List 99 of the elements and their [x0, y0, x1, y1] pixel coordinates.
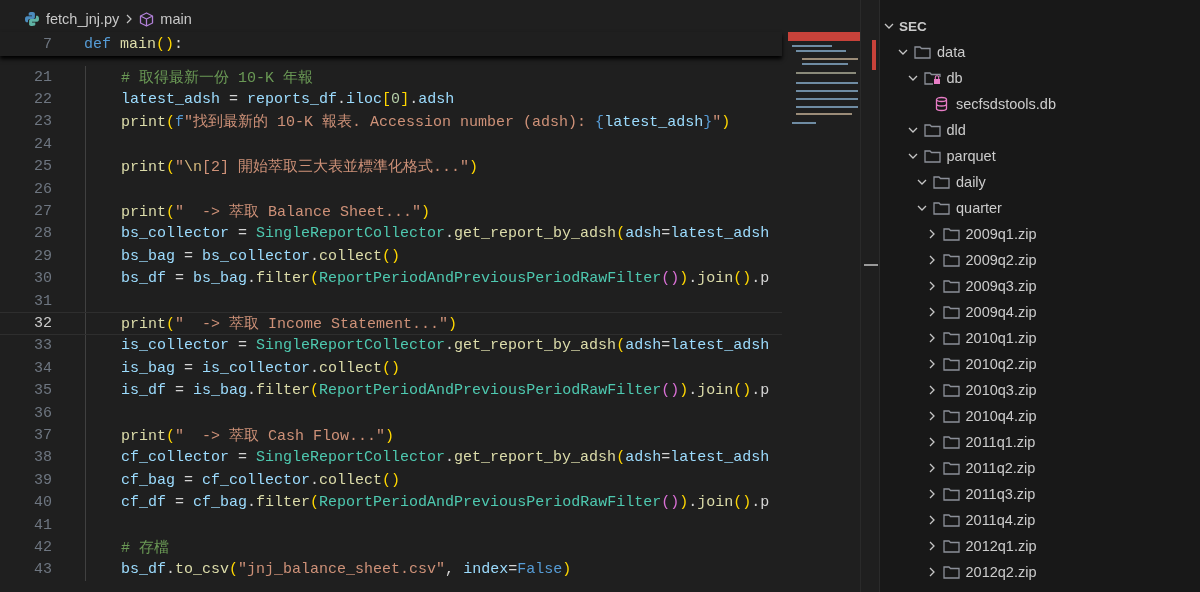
- code-line: bs_df = bs_bag.filter(ReportPeriodAndPreviousPeriodRawFilter()).join().p: [121, 270, 770, 288]
- line-number: 37: [33, 426, 52, 444]
- code-line: is_df = is_bag.filter(ReportPeriodAndPreviousPeriodRawFilter()).join().p: [121, 382, 770, 400]
- folder-lock-icon: [923, 71, 941, 85]
- line-number: 38: [33, 449, 52, 467]
- folder-icon: [942, 487, 960, 501]
- folder-name[interactable]: 2009q3.zip: [965, 278, 1037, 294]
- section-title[interactable]: SEC: [899, 18, 927, 34]
- code-line: cf_collector = SingleReportCollector.get_report_by_adsh(adsh=latest_adsh: [121, 449, 770, 467]
- folder-name[interactable]: data: [937, 44, 966, 60]
- cube-icon: [139, 11, 155, 27]
- line-number: 36: [33, 404, 52, 422]
- folder-name[interactable]: 2011q3.zip: [965, 486, 1036, 502]
- code-line: print(" -> 萃取 Balance Sheet..."): [121, 202, 431, 222]
- database-icon: [933, 96, 950, 112]
- code-line: print(" -> 萃取 Cash Flow..."): [121, 426, 395, 445]
- code-line: print("\n[2] 開始萃取三大表並標準化格式..."): [121, 157, 479, 177]
- folder-icon: [942, 227, 960, 241]
- folder-icon: [923, 123, 941, 137]
- line-number: 27: [33, 203, 52, 221]
- folder-name[interactable]: db: [946, 70, 963, 86]
- chevron-down-icon[interactable]: [898, 47, 908, 57]
- folder-icon: [942, 539, 960, 553]
- folder-name[interactable]: 2010q3.zip: [965, 382, 1037, 398]
- folder-name[interactable]: 2011q1.zip: [965, 434, 1036, 450]
- line-number: 33: [33, 337, 52, 355]
- folder-icon: [942, 305, 960, 319]
- line-number: 42: [33, 538, 52, 556]
- line-number: 23: [33, 113, 52, 131]
- line-number: 40: [33, 494, 52, 512]
- folder-name[interactable]: 2009q2.zip: [965, 252, 1037, 268]
- code-line: print(" -> 萃取 Income Statement..."): [121, 314, 458, 333]
- line-number: 31: [33, 292, 52, 310]
- code-line: bs_bag = bs_collector.collect(): [121, 247, 401, 265]
- code-line: print(f"找到最新的 10-K 報表. Accession number (adsh): {latest_adsh}"): [121, 112, 731, 132]
- folder-name[interactable]: 2010q1.zip: [965, 330, 1037, 346]
- folder-name[interactable]: daily: [956, 174, 986, 190]
- code-comment: # 取得最新一份 10-K 年報: [121, 68, 313, 87]
- folder-icon: [933, 175, 950, 189]
- folder-name[interactable]: 2012q1.zip: [965, 538, 1037, 554]
- folder-name[interactable]: 2009q4.zip: [965, 304, 1037, 320]
- folder-icon: [942, 513, 960, 527]
- folder-icon: [942, 279, 960, 293]
- folder-icon: [942, 409, 960, 423]
- line-number: 32: [33, 315, 52, 332]
- line-number: 29: [33, 247, 52, 265]
- folder-icon: [942, 435, 960, 449]
- chevron-down-icon[interactable]: [907, 125, 918, 135]
- line-number: 28: [33, 225, 52, 243]
- scrollbar[interactable]: [860, 0, 879, 592]
- code-comment: # 存檔: [121, 538, 169, 557]
- folder-icon: [942, 461, 960, 475]
- breadcrumb-symbol[interactable]: main: [160, 11, 192, 27]
- folder-name[interactable]: 2011q4.zip: [965, 512, 1036, 528]
- folder-icon: [914, 45, 931, 59]
- line-number: 35: [33, 382, 52, 400]
- folder-name[interactable]: quarter: [956, 200, 1002, 216]
- line-number: 39: [33, 471, 52, 489]
- code-line: latest_adsh = reports_df.iloc[0].adsh: [121, 91, 455, 109]
- code-line: def main():: [84, 35, 184, 53]
- chevron-right-icon: [125, 14, 134, 24]
- line-number: 43: [33, 561, 52, 579]
- folder-name[interactable]: 2010q2.zip: [965, 356, 1037, 372]
- line-number: 7: [42, 35, 52, 53]
- folder-name[interactable]: 2011q2.zip: [965, 460, 1036, 476]
- folder-name[interactable]: dld: [946, 122, 966, 138]
- line-number: 21: [33, 68, 52, 86]
- folder-icon: [942, 383, 960, 397]
- file-name[interactable]: secfsdstools.db: [956, 96, 1056, 112]
- line-number: 25: [33, 158, 52, 176]
- folder-icon: [923, 149, 941, 163]
- chevron-down-icon[interactable]: [917, 177, 927, 187]
- code-line: is_collector = SingleReportCollector.get_report_by_adsh(adsh=latest_adsh: [121, 337, 770, 355]
- folder-icon: [942, 565, 960, 579]
- folder-icon: [942, 357, 960, 371]
- folder-name[interactable]: parquet: [946, 148, 996, 164]
- line-number: 41: [33, 516, 52, 534]
- line-number: 26: [33, 180, 52, 198]
- folder-name[interactable]: 2012q2.zip: [965, 564, 1037, 580]
- folder-icon: [942, 331, 960, 345]
- chevron-down-icon[interactable]: [884, 21, 894, 31]
- line-number: 30: [33, 270, 52, 288]
- folder-name[interactable]: 2009q1.zip: [965, 226, 1037, 242]
- python-icon: [24, 11, 40, 27]
- breadcrumb-file[interactable]: fetch_jnj.py: [46, 11, 120, 27]
- folder-name[interactable]: 2010q4.zip: [965, 408, 1037, 424]
- chevron-down-icon[interactable]: [907, 151, 918, 161]
- chevron-down-icon[interactable]: [907, 73, 918, 83]
- code-line: is_bag = is_collector.collect(): [121, 359, 401, 377]
- line-number: 34: [33, 359, 52, 377]
- line-number: 22: [33, 91, 52, 109]
- chevron-down-icon[interactable]: [917, 203, 927, 213]
- line-number: 24: [33, 135, 52, 153]
- folder-icon: [942, 253, 960, 267]
- code-line: cf_df = cf_bag.filter(ReportPeriodAndPreviousPeriodRawFilter()).join().p: [121, 494, 770, 512]
- code-line: cf_bag = cf_collector.collect(): [121, 471, 401, 489]
- folder-icon: [933, 201, 950, 215]
- code-line: bs_df.to_csv("jnj_balance_sheet.csv", index=False): [121, 561, 572, 579]
- code-line: bs_collector = SingleReportCollector.get_report_by_adsh(adsh=latest_adsh: [121, 225, 770, 243]
